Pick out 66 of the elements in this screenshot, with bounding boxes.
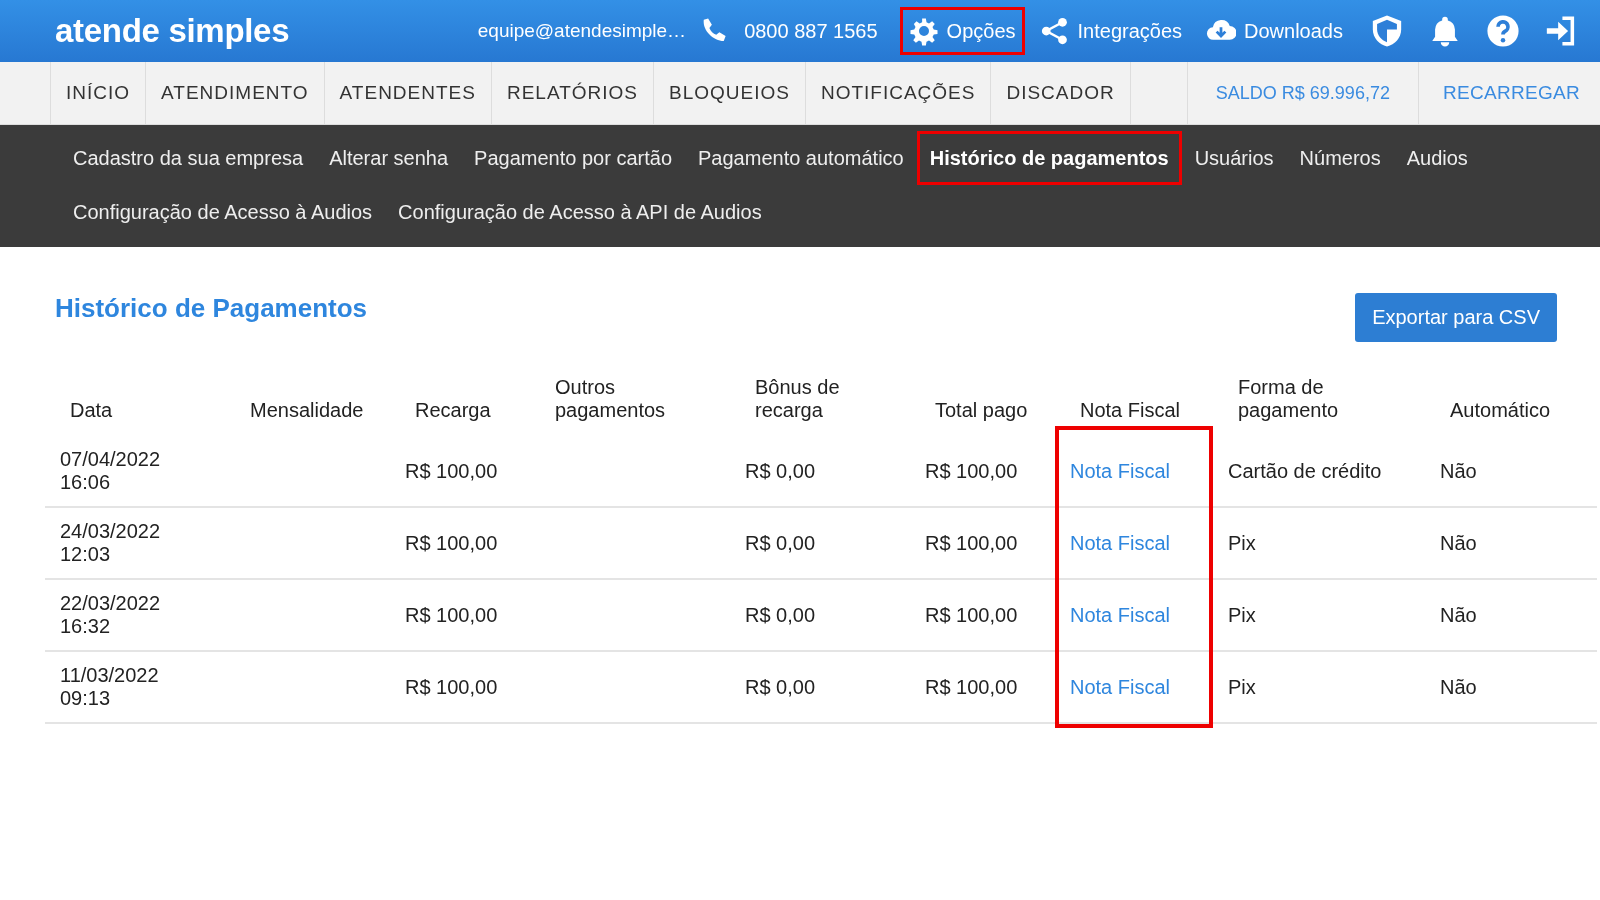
export-csv-button[interactable]: Exportar para CSV xyxy=(1355,293,1557,342)
table-cell: Pix xyxy=(1228,603,1256,627)
column-header: Outros pagamentos xyxy=(554,375,667,423)
phone-number: 0800 887 1565 xyxy=(744,19,878,43)
table-cell-text: 07/04/2022 16:06 xyxy=(60,448,162,494)
integrations-button[interactable]: Integrações xyxy=(1030,7,1192,55)
column-header: Forma de pagamento xyxy=(1237,375,1340,423)
share-icon xyxy=(1039,16,1070,46)
table-cell: Não xyxy=(1440,459,1477,483)
table-cell: R$ 100,00 xyxy=(405,531,498,555)
help-icon[interactable] xyxy=(1486,14,1520,48)
column-header: Recarga xyxy=(414,398,492,423)
submenu-item[interactable]: Cadastro da sua empresa xyxy=(60,131,317,185)
nav-tab[interactable]: RELATÓRIOS xyxy=(491,62,654,124)
table-cell: R$ 100,00 xyxy=(405,675,498,699)
submenu-item[interactable]: Configuração de Acesso à API de Audios xyxy=(385,185,775,239)
invoice-link[interactable]: Nota Fiscal xyxy=(1070,531,1171,555)
submenu-item[interactable]: Pagamento automático xyxy=(685,131,917,185)
shield-icon[interactable] xyxy=(1370,14,1404,48)
invoice-link[interactable]: Nota Fiscal xyxy=(1070,459,1171,483)
nav-tab[interactable]: ATENDENTES xyxy=(324,62,492,124)
table-cell: R$ 100,00 xyxy=(925,459,1018,483)
gear-icon xyxy=(908,16,939,46)
table-cell: Não xyxy=(1440,531,1477,555)
user-email: equipe@atendesimple… xyxy=(477,20,687,42)
table-cell: Cartão de crédito xyxy=(1228,459,1382,483)
column-header: Data xyxy=(69,398,114,423)
submenu-item[interactable]: Números xyxy=(1286,131,1394,185)
logo: atende simples xyxy=(55,12,290,50)
table-cell: R$ 100,00 xyxy=(925,603,1018,627)
page-title: Histórico de Pagamentos xyxy=(55,293,368,325)
table-cell: R$ 100,00 xyxy=(925,675,1018,699)
submenu-item[interactable]: Configuração de Acesso à Audios xyxy=(60,185,386,239)
invoice-link[interactable]: Nota Fiscal xyxy=(1070,675,1171,699)
table-cell-text: 24/03/2022 12:03 xyxy=(60,520,162,566)
table-cell: R$ 0,00 xyxy=(745,675,816,699)
column-header: Automático xyxy=(1449,398,1552,423)
nav-tab[interactable]: BLOQUEIOS xyxy=(654,62,806,124)
table-cell: R$ 100,00 xyxy=(925,531,1018,555)
submenu-item[interactable]: Histórico de pagamentos xyxy=(916,131,1182,185)
table-cell: R$ 100,00 xyxy=(405,603,498,627)
nav-tab[interactable]: INÍCIO xyxy=(50,62,147,124)
table-cell: Não xyxy=(1440,675,1477,699)
column-header: Mensalidade xyxy=(249,398,365,423)
column-header: Total pago xyxy=(934,398,1029,423)
submenu-item[interactable]: Audios xyxy=(1393,131,1481,185)
column-header: Nota Fiscal xyxy=(1079,398,1182,423)
table-cell: Pix xyxy=(1228,531,1256,555)
table-cell: R$ 0,00 xyxy=(745,459,816,483)
nav-tab[interactable]: NOTIFICAÇÕES xyxy=(805,62,992,124)
submenu-item[interactable]: Usuários xyxy=(1181,131,1287,185)
table-cell-text: 11/03/2022 09:13 xyxy=(60,664,160,710)
table-cell: R$ 0,00 xyxy=(745,531,816,555)
nav-tab[interactable]: DISCADOR xyxy=(991,62,1131,124)
table-cell: R$ 100,00 xyxy=(405,459,498,483)
column-header: Bônus de recarga xyxy=(754,375,841,423)
table-cell: Não xyxy=(1440,603,1477,627)
invoice-link[interactable]: Nota Fiscal xyxy=(1070,603,1171,627)
table-cell: R$ 0,00 xyxy=(745,603,816,627)
submenu-item[interactable]: Alterar senha xyxy=(316,131,462,185)
submenu-item[interactable]: Pagamento por cartão xyxy=(461,131,685,185)
table-cell-text: 22/03/2022 16:32 xyxy=(60,592,162,638)
table-cell: Pix xyxy=(1228,675,1256,699)
options-button[interactable]: Opções xyxy=(899,7,1025,55)
nav-tab[interactable]: ATENDIMENTO xyxy=(146,62,325,124)
downloads-button[interactable]: Downloads xyxy=(1197,7,1352,55)
